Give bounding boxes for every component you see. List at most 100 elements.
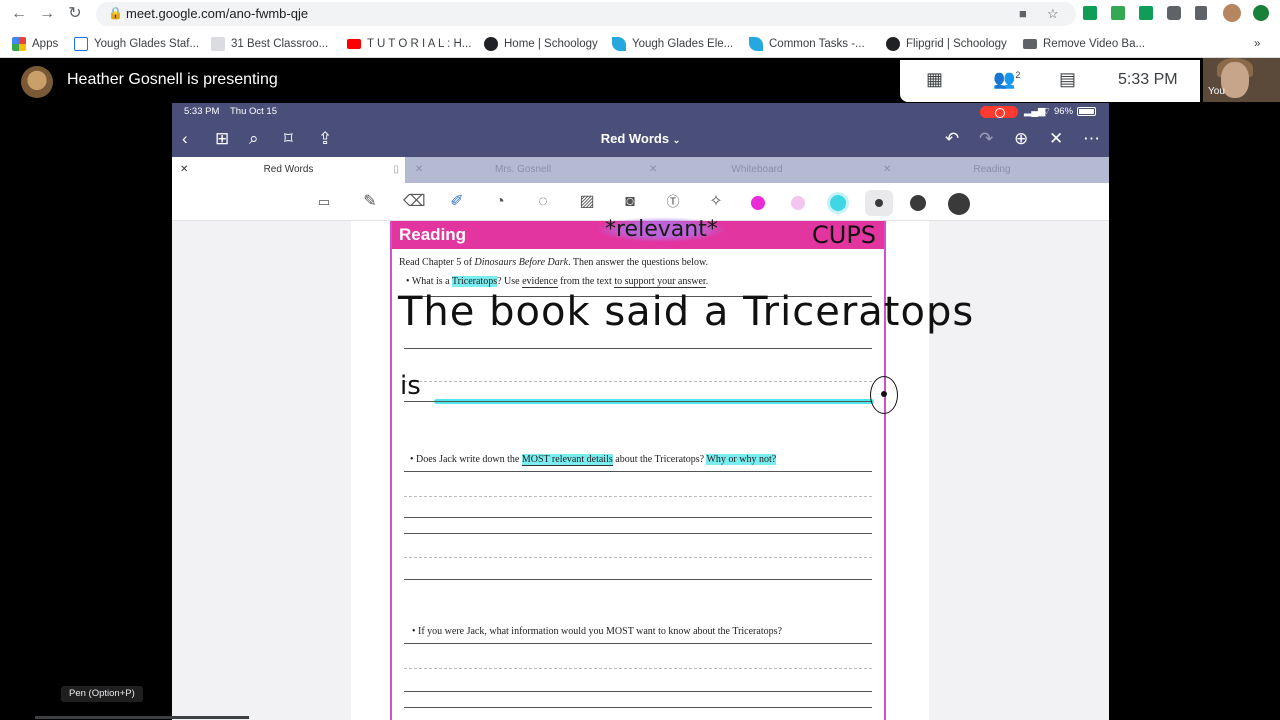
worksheet-page[interactable]: Reading *relevant* CUPS Read Chapter 5 o… — [351, 217, 973, 720]
bookmark-item[interactable]: Remove Video Ba... — [1023, 36, 1145, 52]
sheets-extension-icon[interactable] — [1111, 6, 1125, 20]
question-1: • What is a Triceratops? Use evidence fr… — [406, 276, 709, 288]
chevron-down-icon: ⌄ — [672, 135, 681, 145]
feather-icon — [612, 37, 626, 51]
update-icon[interactable] — [1253, 5, 1269, 21]
zoom-window-icon[interactable]: ▭ — [313, 192, 335, 212]
video-icon — [1023, 39, 1037, 49]
note-canvas[interactable]: Reading *relevant* CUPS Read Chapter 5 o… — [172, 217, 1109, 720]
bookmark-item[interactable]: Yough Glades Staf... — [74, 36, 199, 52]
worksheet-title: Reading — [399, 225, 467, 244]
presentation-progress — [35, 716, 249, 719]
color-swatch-pink[interactable] — [791, 196, 805, 210]
document-tabs: ✕ Red Words ▯ ✕ Mrs. Gosnell ✕ Whiteboar… — [172, 157, 1109, 183]
close-tab-icon[interactable]: ✕ — [883, 157, 891, 183]
ios-date: Thu Oct 15 — [230, 106, 277, 117]
reload-icon[interactable]: ↻ — [65, 4, 85, 24]
undo-icon[interactable]: ↶ — [945, 129, 959, 149]
split-view-icon[interactable]: ▯ — [393, 157, 399, 183]
people-icon[interactable]: 👥2 — [993, 69, 1020, 90]
more-bookmarks-chevron[interactable]: » — [1254, 36, 1260, 52]
color-swatch-magenta[interactable] — [751, 196, 765, 210]
bookmark-apps[interactable]: Apps — [12, 36, 58, 52]
question-2: • Does Jack write down the MOST relevant… — [410, 454, 777, 466]
participants-count: 2 — [1015, 70, 1021, 80]
address-bar[interactable]: 🔒 meet.google.com/ano-fwmb-qje ■ ☆ — [96, 2, 1076, 26]
camera-icon[interactable]: ■ — [1019, 6, 1027, 21]
tab-whiteboard[interactable]: ✕ Whiteboard — [641, 157, 873, 183]
battery-percent: 96% — [1054, 106, 1074, 117]
question-3: • If you were Jack, what information wou… — [412, 626, 782, 637]
site-icon — [211, 37, 225, 51]
screen-recording-icon — [980, 106, 1018, 118]
feather-icon — [749, 37, 763, 51]
bookmark-item[interactable]: T U T O R I A L : H... — [347, 36, 471, 52]
meet-clock: 5:33 PM — [1118, 71, 1178, 88]
schoology-icon — [886, 37, 900, 51]
self-video-tile[interactable]: You — [1203, 58, 1280, 102]
classroom-extension-icon[interactable] — [1139, 6, 1153, 20]
page-icon — [74, 37, 88, 51]
bookmark-item[interactable]: 31 Best Classroo... — [211, 36, 328, 52]
close-tab-icon[interactable]: ✕ — [415, 157, 423, 183]
bookmark-item[interactable]: Home | Schoology — [484, 36, 598, 52]
shapes-icon[interactable]: ◔ — [489, 192, 511, 212]
back-arrow-icon[interactable]: ← — [9, 4, 29, 24]
bookmark-item[interactable]: Yough Glades Ele... — [612, 36, 733, 52]
youtube-icon — [347, 39, 361, 49]
highlighter-icon[interactable]: ✐ — [446, 192, 468, 212]
chat-icon[interactable]: ▤ — [1059, 69, 1076, 90]
meet-stage: Heather Gosnell is presenting ▦ 👥2 ▤ 5:3… — [0, 58, 1280, 720]
extensions-puzzle-icon[interactable] — [1167, 6, 1181, 20]
schoology-icon — [484, 37, 498, 51]
lasso-icon[interactable]: ◌ — [532, 192, 554, 212]
handwritten-answer: The book said a Triceratops — [398, 289, 975, 335]
handwritten-dot — [881, 391, 887, 397]
handwritten-relevant: *relevant* — [597, 217, 726, 242]
bookmark-star-icon[interactable]: ☆ — [1047, 6, 1059, 22]
wifi-icon: ⌔ — [1042, 106, 1051, 117]
ios-status-bar: 5:33 PM Thu Oct 15 ▂▄▆ ⌔ 96% — [172, 103, 1109, 121]
add-page-icon[interactable]: ⊕ — [1014, 129, 1028, 149]
eraser-icon[interactable]: ⌫ — [403, 192, 426, 212]
forward-arrow-icon[interactable]: → — [37, 4, 57, 24]
close-tab-icon[interactable]: ✕ — [649, 157, 657, 183]
pen-icon[interactable]: ✎ — [359, 192, 381, 212]
profile-avatar[interactable] — [1223, 4, 1241, 22]
handwritten-cups: CUPS — [812, 221, 877, 249]
bookmark-item[interactable]: Common Tasks -... — [749, 36, 865, 52]
url-text: meet.google.com/ano-fwmb-qje — [126, 6, 309, 21]
ios-time: 5:33 PM — [184, 106, 220, 117]
presenter-avatar — [21, 66, 53, 98]
presenting-banner: Heather Gosnell is presenting — [67, 71, 278, 88]
browser-toolbar: ← → ↻ 🔒 meet.google.com/ano-fwmb-qje ■ ☆ — [0, 0, 1280, 28]
extension-plus-icon[interactable] — [1083, 6, 1097, 20]
handwritten-is: is — [400, 371, 421, 401]
tab-reading[interactable]: ✕ Reading — [875, 157, 1109, 183]
color-swatch-cyan[interactable] — [830, 195, 846, 211]
redo-icon[interactable]: ↷ — [979, 129, 993, 149]
tile-layout-icon[interactable]: ▦ — [926, 69, 943, 90]
self-label: You — [1208, 86, 1225, 97]
browser-chrome: ← → ↻ 🔒 meet.google.com/ano-fwmb-qje ■ ☆… — [0, 0, 1280, 58]
close-icon[interactable]: ✕ — [1049, 129, 1063, 149]
apps-grid-icon — [12, 37, 26, 51]
text-box-icon[interactable]: Ⓣ — [662, 192, 684, 212]
laser-pointer-icon[interactable]: ✧ — [705, 192, 727, 212]
more-icon[interactable]: ⋯ — [1083, 129, 1100, 149]
tab-mrs-gosnell[interactable]: ✕ Mrs. Gosnell — [407, 157, 639, 183]
tab-red-words[interactable]: ✕ Red Words ▯ — [172, 157, 405, 183]
close-tab-icon[interactable]: ✕ — [180, 157, 188, 183]
reading-list-icon[interactable] — [1195, 6, 1207, 20]
goodnotes-navbar: ‹ ⊞ ⌕ ⌑ ⇪ Red Words ⌄ ↶ ↷ ⊕ ✕ ⋯ — [172, 121, 1109, 157]
worksheet-frame: Reading *relevant* CUPS Read Chapter 5 o… — [390, 217, 973, 720]
stroke-size-medium[interactable] — [910, 195, 926, 211]
bookmark-item[interactable]: Flipgrid | Schoology — [886, 36, 1007, 52]
worksheet-instructions: Read Chapter 5 of Dinosaurs Before Dark.… — [399, 257, 709, 268]
document-title[interactable]: Red Words ⌄ — [172, 131, 1109, 146]
camera-icon[interactable]: ◙ — [619, 192, 641, 212]
battery-icon — [1077, 107, 1096, 116]
stroke-size-large[interactable] — [948, 193, 970, 215]
stroke-size-small — [875, 199, 883, 207]
image-icon[interactable]: ▨ — [576, 192, 598, 212]
